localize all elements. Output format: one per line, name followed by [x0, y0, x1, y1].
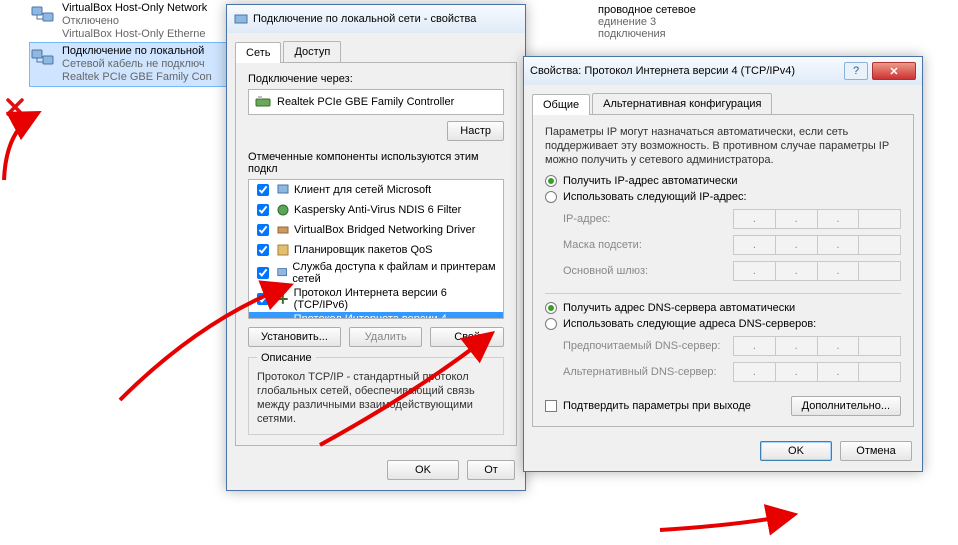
gateway-input: ... — [733, 261, 901, 281]
confirm-on-exit-row[interactable]: Подтвердить параметры при выходе — [545, 400, 751, 412]
component-label: Планировщик пакетов QoS — [294, 244, 433, 256]
components-label: Отмеченные компоненты используются этим … — [248, 151, 504, 175]
radio-ip-auto-label: Получить IP-адрес автоматически — [563, 175, 737, 187]
subnet-mask-label: Маска подсети: — [563, 239, 733, 251]
radio-dns-manual[interactable] — [545, 318, 557, 330]
ip-address-input: ... — [733, 209, 901, 229]
adapter-field: Realtek PCIe GBE Family Controller — [248, 89, 504, 115]
network-item-status: Сетевой кабель не подключ — [62, 58, 212, 71]
qos-icon — [276, 243, 290, 257]
dialog-titlebar[interactable]: Подключение по локальной сети - свойства — [227, 5, 525, 33]
confirm-on-exit-label: Подтвердить параметры при выходе — [563, 400, 751, 412]
close-button[interactable]: ✕ — [872, 62, 916, 80]
component-label: Kaspersky Anti-Virus NDIS 6 Filter — [294, 204, 461, 216]
configure-button[interactable]: Настр — [447, 121, 504, 141]
description-text: Протокол TCP/IP - стандартный протокол г… — [257, 370, 495, 426]
network-item-title: Подключение по локальной — [62, 45, 212, 58]
properties-button[interactable]: Свой — [430, 327, 504, 347]
network-item-lan[interactable]: Подключение по локальной Сетевой кабель … — [30, 43, 230, 86]
filter-icon — [276, 203, 290, 217]
description-group: Описание Протокол TCP/IP - стандартный п… — [248, 357, 504, 435]
help-button[interactable]: ? — [844, 62, 868, 80]
connect-via-label: Подключение через: — [248, 73, 504, 85]
tab-general[interactable]: Общие — [532, 94, 590, 115]
radio-ip-auto[interactable] — [545, 175, 557, 187]
dialog-title-text: Подключение по локальной сети - свойства — [253, 13, 476, 25]
driver-icon — [276, 223, 290, 237]
protocol-icon — [276, 292, 290, 306]
ok-button[interactable]: OK — [387, 460, 459, 480]
network-item-vbox[interactable]: VirtualBox Host-Only Network Отключено V… — [30, 0, 230, 43]
service-icon — [276, 266, 288, 280]
cancel-button[interactable]: От — [467, 460, 515, 480]
component-label: Протокол Интернета версии 6 (TCP/IPv6) — [294, 287, 499, 311]
component-label: Служба доступа к файлам и принтерам сете… — [292, 261, 499, 285]
adapter-name: Realtek PCIe GBE Family Controller — [277, 96, 454, 108]
radio-ip-auto-row[interactable]: Получить IP-адрес автоматически — [545, 175, 901, 187]
advanced-button[interactable]: Дополнительно... — [791, 396, 901, 416]
component-checkbox[interactable] — [257, 244, 269, 256]
partial-text-behind: проводное сетевое единение 3 подключения — [598, 4, 696, 40]
subnet-mask-input: ... — [733, 235, 901, 255]
network-item-status: Отключено — [62, 15, 207, 28]
lan-properties-dialog: Подключение по локальной сети - свойства… — [226, 4, 526, 491]
network-item-sub: VirtualBox Host-Only Etherne — [62, 28, 207, 41]
ok-button[interactable]: OK — [760, 441, 832, 461]
dialog-titlebar[interactable]: Свойства: Протокол Интернета версии 4 (T… — [524, 57, 922, 85]
component-checkbox[interactable] — [257, 267, 269, 279]
tab-access[interactable]: Доступ — [283, 41, 341, 62]
client-icon — [276, 183, 290, 197]
explanation-text: Параметры IP могут назначаться автоматич… — [545, 125, 901, 167]
cancel-button[interactable]: Отмена — [840, 441, 912, 461]
radio-dns-auto-row[interactable]: Получить адрес DNS-сервера автоматически — [545, 302, 901, 314]
component-label: Клиент для сетей Microsoft — [294, 184, 431, 196]
protocol-icon — [276, 318, 290, 319]
component-checkbox[interactable] — [257, 293, 269, 305]
ipv4-properties-dialog: Свойства: Протокол Интернета версии 4 (T… — [523, 56, 923, 472]
component-checkbox[interactable] — [257, 224, 269, 236]
network-connections-list: VirtualBox Host-Only Network Отключено V… — [30, 0, 230, 86]
network-item-title: VirtualBox Host-Only Network — [62, 2, 207, 15]
description-legend: Описание — [257, 352, 316, 364]
radio-dns-auto[interactable] — [545, 302, 557, 314]
tab-alt-config[interactable]: Альтернативная конфигурация — [592, 93, 772, 114]
gateway-label: Основной шлюз: — [563, 265, 733, 277]
dns1-label: Предпочитаемый DNS-сервер: — [563, 340, 733, 352]
network-item-sub: Realtek PCIe GBE Family Con — [62, 71, 212, 84]
dns2-input: ... — [733, 362, 901, 382]
install-button[interactable]: Установить... — [248, 327, 341, 347]
component-label: VirtualBox Bridged Networking Driver — [294, 224, 475, 236]
tabset: Сеть Доступ — [235, 41, 517, 63]
radio-dns-auto-label: Получить адрес DNS-сервера автоматически — [563, 302, 795, 314]
component-checkbox[interactable] — [257, 184, 269, 196]
component-checkbox[interactable] — [257, 204, 269, 216]
remove-button[interactable]: Удалить — [349, 327, 423, 347]
nic-icon — [233, 11, 249, 27]
adapter-icon — [255, 94, 271, 110]
radio-dns-manual-label: Использовать следующие адреса DNS-сервер… — [563, 318, 816, 330]
network-adapter-icon — [30, 2, 56, 28]
dialog-title-text: Свойства: Протокол Интернета версии 4 (T… — [530, 65, 795, 77]
radio-ip-manual-row[interactable]: Использовать следующий IP-адрес: — [545, 191, 901, 203]
network-adapter-icon — [30, 45, 56, 71]
radio-dns-manual-row[interactable]: Использовать следующие адреса DNS-сервер… — [545, 318, 901, 330]
components-listbox[interactable]: Клиент для сетей Microsoft Kaspersky Ant… — [248, 179, 504, 319]
radio-ip-manual-label: Использовать следующий IP-адрес: — [563, 191, 747, 203]
ip-address-label: IP-адрес: — [563, 213, 733, 225]
component-label: Протокол Интернета версии 4 (TCP/IPv4) — [294, 313, 499, 319]
error-x-icon — [4, 96, 26, 118]
dns1-input: ... — [733, 336, 901, 356]
tabset: Общие Альтернативная конфигурация — [532, 93, 914, 115]
tab-network[interactable]: Сеть — [235, 42, 281, 63]
radio-ip-manual[interactable] — [545, 191, 557, 203]
dns2-label: Альтернативный DNS-сервер: — [563, 366, 733, 378]
confirm-on-exit-checkbox[interactable] — [545, 400, 557, 412]
